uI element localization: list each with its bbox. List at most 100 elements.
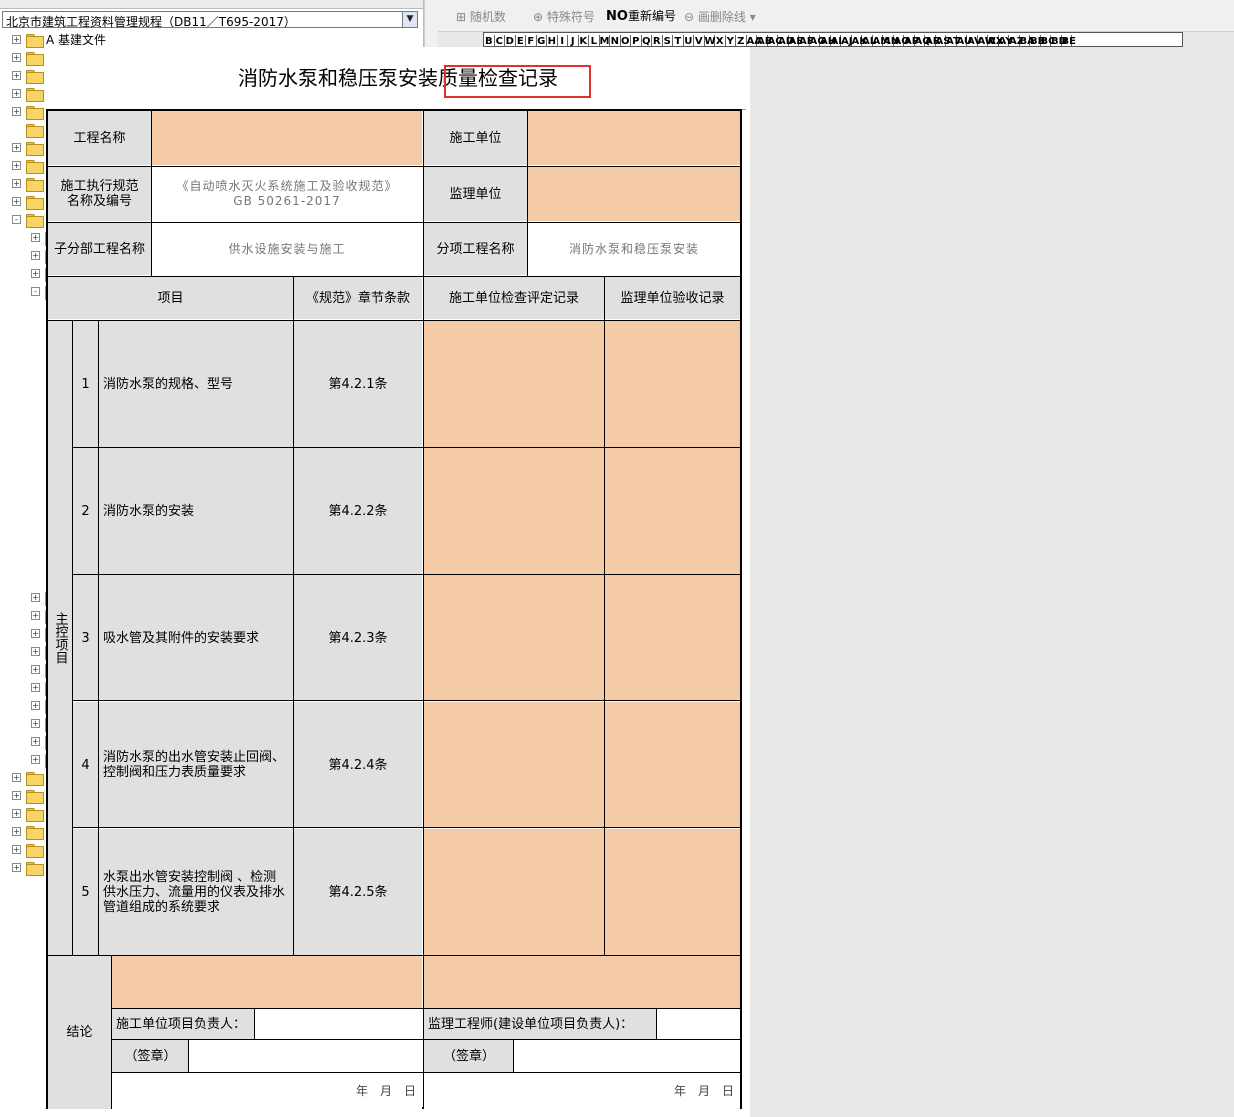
- column-letter[interactable]: J: [568, 35, 579, 46]
- construction-record-input[interactable]: [424, 702, 604, 828]
- supervision-seal-input[interactable]: [514, 1040, 740, 1072]
- project-name-input[interactable]: [152, 111, 422, 165]
- expand-icon[interactable]: +: [31, 269, 40, 278]
- column-letter[interactable]: Q: [642, 35, 652, 46]
- construction-unit-input[interactable]: [528, 111, 740, 165]
- expand-icon[interactable]: +: [12, 773, 21, 782]
- supervision-record-input[interactable]: [605, 829, 740, 955]
- column-letter[interactable]: AR: [925, 35, 940, 46]
- column-letter[interactable]: F: [526, 35, 537, 46]
- special-symbol-button[interactable]: ⊕ 特殊符号: [533, 8, 595, 25]
- column-letter[interactable]: AI: [831, 35, 842, 46]
- column-letter[interactable]: AJ: [841, 35, 852, 46]
- column-letter[interactable]: H: [547, 35, 558, 46]
- column-letter[interactable]: W: [705, 35, 716, 46]
- spec-value[interactable]: 《自动喷水灭火系统施工及验收规范》 GB 50261-2017: [152, 167, 422, 221]
- column-letter[interactable]: T: [673, 35, 684, 46]
- expand-icon[interactable]: +: [12, 179, 21, 188]
- expand-icon[interactable]: +: [12, 809, 21, 818]
- column-letter[interactable]: P: [631, 35, 642, 46]
- expand-icon[interactable]: +: [12, 107, 21, 116]
- expand-icon[interactable]: +: [12, 197, 21, 206]
- supervision-record-input[interactable]: [605, 575, 740, 701]
- column-letter[interactable]: M: [600, 35, 610, 46]
- column-letter[interactable]: U: [684, 35, 694, 46]
- column-letter[interactable]: BB: [1030, 35, 1045, 46]
- expand-icon[interactable]: +: [12, 35, 21, 44]
- column-letter[interactable]: N: [610, 35, 621, 46]
- construction-record-input[interactable]: [424, 575, 604, 701]
- column-letter[interactable]: BA: [1020, 35, 1035, 46]
- construction-record-input[interactable]: [424, 448, 604, 574]
- column-letter[interactable]: AW: [978, 35, 996, 46]
- column-letter[interactable]: AK: [852, 35, 867, 46]
- column-letter[interactable]: S: [663, 35, 673, 46]
- column-letter[interactable]: AM: [873, 35, 890, 46]
- column-letter[interactable]: AN: [883, 35, 899, 46]
- collapse-icon[interactable]: -: [31, 287, 40, 296]
- supervision-conclusion-input[interactable]: [424, 956, 740, 1008]
- column-letter[interactable]: AY: [999, 35, 1013, 46]
- standard-select[interactable]: 北京市建筑工程资料管理规程（DB11／T695-2017） ▼: [2, 11, 418, 29]
- column-letter[interactable]: Y: [726, 35, 736, 46]
- column-letter[interactable]: G: [537, 35, 547, 46]
- column-letter[interactable]: D: [505, 35, 516, 46]
- expand-icon[interactable]: +: [12, 845, 21, 854]
- supervision-record-input[interactable]: [605, 448, 740, 574]
- column-letter[interactable]: AU: [957, 35, 972, 46]
- column-letter[interactable]: AH: [820, 35, 836, 46]
- expand-icon[interactable]: +: [31, 755, 40, 764]
- supervision-record-input[interactable]: [605, 321, 740, 447]
- expand-icon[interactable]: +: [31, 611, 40, 620]
- supervision-unit-input[interactable]: [528, 167, 740, 221]
- expand-icon[interactable]: +: [31, 665, 40, 674]
- column-letter[interactable]: B: [484, 35, 495, 46]
- collapse-icon[interactable]: -: [12, 215, 21, 224]
- item-project-value[interactable]: 消防水泵和稳压泵安装: [528, 223, 740, 275]
- column-letter[interactable]: AF: [799, 35, 814, 46]
- column-letter[interactable]: O: [621, 35, 631, 46]
- column-letter[interactable]: L: [589, 35, 600, 46]
- expand-icon[interactable]: +: [12, 827, 21, 836]
- expand-icon[interactable]: +: [31, 647, 40, 656]
- expand-icon[interactable]: +: [12, 143, 21, 152]
- column-letter[interactable]: I: [558, 35, 568, 46]
- column-letter[interactable]: AX: [988, 35, 1003, 46]
- column-letter[interactable]: C: [495, 35, 505, 46]
- column-letter[interactable]: AS: [936, 35, 950, 46]
- expand-icon[interactable]: +: [31, 593, 40, 602]
- construction-record-input[interactable]: [424, 829, 604, 955]
- column-letter[interactable]: V: [694, 35, 705, 46]
- column-letter[interactable]: R: [652, 35, 663, 46]
- expand-icon[interactable]: +: [12, 89, 21, 98]
- supervision-engineer-input[interactable]: [657, 1009, 740, 1039]
- column-letter[interactable]: Z: [736, 35, 747, 46]
- column-letter[interactable]: AD: [778, 35, 794, 46]
- column-letter[interactable]: AP: [904, 35, 919, 46]
- expand-icon[interactable]: +: [31, 251, 40, 260]
- expand-icon[interactable]: +: [31, 629, 40, 638]
- column-letter[interactable]: AA: [747, 35, 762, 46]
- expand-icon[interactable]: +: [31, 719, 40, 728]
- column-letter[interactable]: E: [516, 35, 526, 46]
- column-letter[interactable]: AB: [757, 35, 772, 46]
- renumber-button[interactable]: NO重新编号: [606, 7, 676, 24]
- random-number-button[interactable]: ⊞ 随机数: [456, 8, 506, 25]
- construction-date[interactable]: 年 月 日: [112, 1073, 422, 1109]
- column-letter[interactable]: AV: [967, 35, 982, 46]
- sub-division-value[interactable]: 供水设施安装与施工: [152, 223, 422, 275]
- expand-icon[interactable]: +: [12, 161, 21, 170]
- strike-line-button[interactable]: ⊖ 画删除线 ▾: [684, 8, 756, 25]
- column-letter[interactable]: AC: [768, 35, 783, 46]
- column-letter[interactable]: K: [579, 35, 589, 46]
- construction-leader-input[interactable]: [255, 1009, 422, 1039]
- construction-seal-input[interactable]: [189, 1040, 422, 1072]
- column-letter[interactable]: AE: [789, 35, 803, 46]
- column-letter[interactable]: BE: [1062, 35, 1076, 46]
- column-letter[interactable]: AL: [862, 35, 876, 46]
- supervision-record-input[interactable]: [605, 702, 740, 828]
- supervision-date[interactable]: 年 月 日: [424, 1073, 740, 1109]
- column-letter[interactable]: AT: [946, 35, 960, 46]
- expand-icon[interactable]: +: [31, 701, 40, 710]
- construction-conclusion-input[interactable]: [112, 956, 422, 1008]
